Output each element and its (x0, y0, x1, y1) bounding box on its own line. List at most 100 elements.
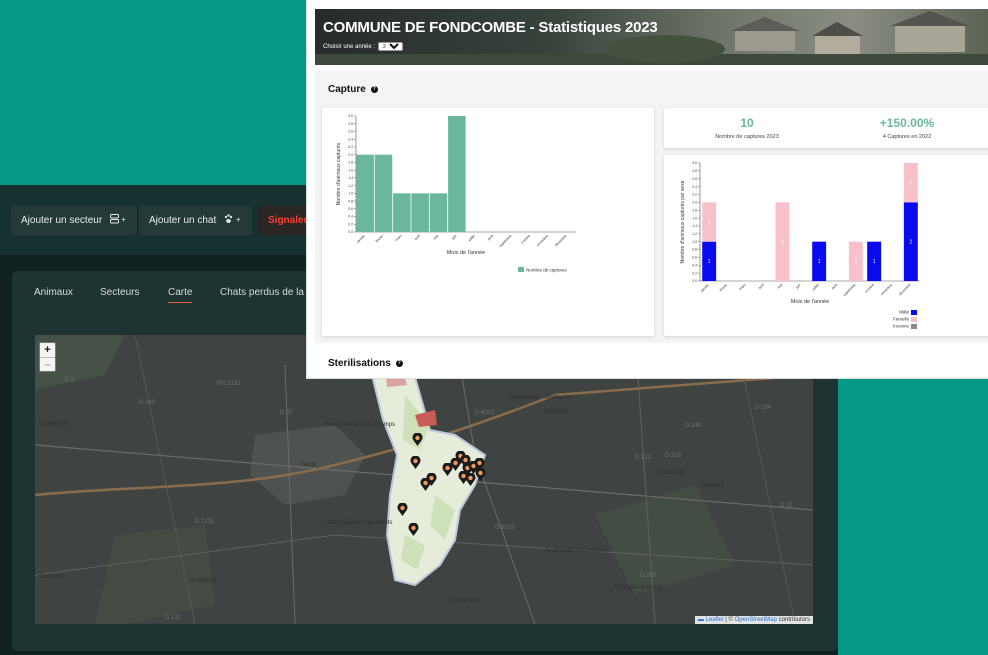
y-tick-label: 0.2 (348, 222, 353, 226)
bar-value-label: 1 (854, 259, 857, 265)
tab-animaux[interactable]: Animaux (34, 287, 73, 298)
cat-location-marker-icon[interactable] (408, 523, 419, 536)
tab-secteurs[interactable]: Secteurs (100, 287, 139, 298)
y-tick-label: 2.0 (692, 201, 697, 205)
map-label-dlcarme: Dlcarme (545, 409, 568, 415)
sterilisations-title-text: Sterilisations (328, 358, 391, 369)
legend-label: Femelle (893, 317, 910, 322)
y-tick-label: 2.2 (692, 193, 697, 197)
y-tick-label: 1.0 (692, 240, 697, 244)
tab-chats-perdus[interactable]: Chats perdus de la co (220, 287, 317, 298)
server-plus-icon: + (110, 214, 127, 227)
page-title: COMMUNE DE FONDCOMBE - Statistiques 2023 (323, 19, 658, 36)
attribution-sep: | © (725, 617, 733, 623)
y-tick-label: 0.8 (348, 199, 353, 203)
add-sector-button[interactable]: Ajouter un secteur + (11, 206, 138, 235)
road-label: D 37 (280, 410, 293, 416)
svg-text:+: + (121, 215, 126, 224)
y-axis-title: Nombre d'animaux capturés (336, 142, 342, 205)
y-tick-label: 1.4 (692, 224, 697, 228)
x-tick-label: mai (777, 283, 784, 290)
road-label: D 131 (165, 615, 182, 621)
zoom-out-button[interactable]: – (40, 357, 55, 371)
y-tick-label: 2.8 (348, 122, 353, 126)
hero-banner: COMMUNE DE FONDCOMBE - Statistiques 2023… (315, 9, 988, 65)
legend-swatch (911, 317, 917, 322)
x-tick-label: mai (433, 234, 440, 241)
y-tick-label: 0.6 (692, 256, 697, 260)
cat-location-marker-icon[interactable] (412, 433, 423, 446)
year-label: Choisir une année : (323, 43, 376, 50)
legend-swatch (911, 324, 917, 329)
road-label: D 104 (755, 405, 772, 411)
y-tick-label: 2.4 (348, 137, 353, 141)
legend-swatch (911, 310, 917, 315)
tab-carte[interactable]: Carte (168, 287, 193, 303)
road-label: D 131 (635, 455, 652, 461)
x-tick-label: décembre (898, 283, 912, 297)
road-label: D 6015 (475, 410, 495, 416)
y-tick-label: 1.8 (348, 161, 353, 165)
cat-location-marker-icon[interactable] (475, 468, 486, 481)
x-tick-label: novembre (880, 283, 894, 297)
cat-location-marker-icon[interactable] (410, 456, 421, 469)
bar-value-label: 2 (909, 239, 912, 245)
year-select[interactable]: 2023 (378, 42, 404, 51)
bar-value-label: 1 (873, 259, 876, 265)
svg-text:+: + (236, 215, 241, 224)
captures-bar-chart: 0.0 0.2 0.4 0.6 0.8 1.0 1.2 1.4 1.6 1.8 2.0 2.2 2.4 2… (336, 114, 576, 273)
cat-location-marker-icon[interactable] (397, 503, 408, 516)
bar-nombredecaptures (429, 193, 448, 232)
osm-link[interactable]: OpenStreetMap (735, 617, 777, 623)
leaflet-link[interactable]: Leaflet (706, 617, 724, 623)
x-tick-label: octobre (520, 234, 531, 245)
map-label-auzebosc: Auzebosc (190, 578, 217, 584)
year-picker: Choisir une année : 2023 (323, 42, 404, 51)
capture-section: Capture ? 0.0 0.2 0.4 0.6 0.8 1.0 1.2 1.4 1.6 1.8… (315, 71, 988, 343)
add-sector-label: Ajouter un secteur (21, 215, 103, 226)
map-label-fontaine: Fontaine-le-Bourg (615, 585, 664, 591)
map-label-ecretteville: Ecretteville (39, 421, 69, 427)
map-view[interactable]: Yvetot Sainte-Marie-des-Champs Saint-Cla… (35, 335, 813, 624)
add-cat-label: Ajouter un chat (149, 215, 217, 226)
x-tick-label: octobre (864, 283, 875, 294)
statistics-window: COMMUNE DE FONDCOMBE - Statistiques 2023… (307, 0, 988, 378)
help-icon[interactable]: ? (395, 360, 403, 367)
map-label-touffreville: Touffreville-la-Corbeline (545, 548, 608, 554)
help-icon[interactable]: ? (370, 86, 378, 93)
legend-label: Nombre de captures (526, 268, 568, 273)
captures-total-label: Nombre de captures 2023 (715, 134, 779, 140)
cat-location-marker-icon[interactable] (426, 473, 437, 486)
y-tick-label: 0.0 (348, 230, 353, 234)
y-tick-label: 3.0 (692, 161, 697, 165)
y-tick-label: 1.0 (348, 192, 353, 196)
bar-nombredecaptures (448, 116, 466, 232)
map-label-yvetot: Yvetot (300, 462, 317, 468)
bar-value-label: 1 (818, 259, 821, 265)
road-label: D 240 (685, 423, 702, 429)
sterilisations-section: Sterilisations ? (315, 343, 988, 378)
x-tick-label: septembre (498, 234, 512, 248)
zoom-control: + – (39, 342, 56, 372)
x-tick-label: février (375, 233, 385, 243)
zoom-in-button[interactable]: + (40, 343, 55, 357)
x-tick-label: juillet (811, 283, 820, 292)
bar-nombredecaptures (393, 193, 411, 232)
y-tick-label: 1.4 (348, 176, 353, 180)
captures-change-value: +150.00% (879, 116, 935, 130)
add-cat-button[interactable]: Ajouter un chat + (139, 206, 253, 235)
map-label-allouville: Allouville (700, 483, 724, 489)
x-tick-label: août (487, 234, 495, 242)
x-tick-label: juin (794, 283, 801, 290)
y-tick-label: 0.8 (692, 248, 697, 252)
road-label: D 22 (780, 503, 793, 509)
capture-title-text: Capture (328, 84, 366, 95)
captures-by-sex-chart: 0.0 0.2 0.4 0.6 0.8 1.0 1.2 1.4 1.6 1.8 2.0 2.2 2.4 2… (680, 161, 920, 329)
y-tick-label: 0.6 (348, 207, 353, 211)
bar-value-label: 1 (708, 259, 711, 265)
y-axis-title: Nombre d'animaux capturés par sexe (680, 180, 686, 263)
x-tick-label: mars (738, 283, 746, 291)
road-label: D 263 (640, 573, 657, 579)
map-label-sainte-marie: Sainte-Marie-des-Champs (325, 422, 396, 428)
map-label-motteville: Motteville (545, 395, 571, 401)
